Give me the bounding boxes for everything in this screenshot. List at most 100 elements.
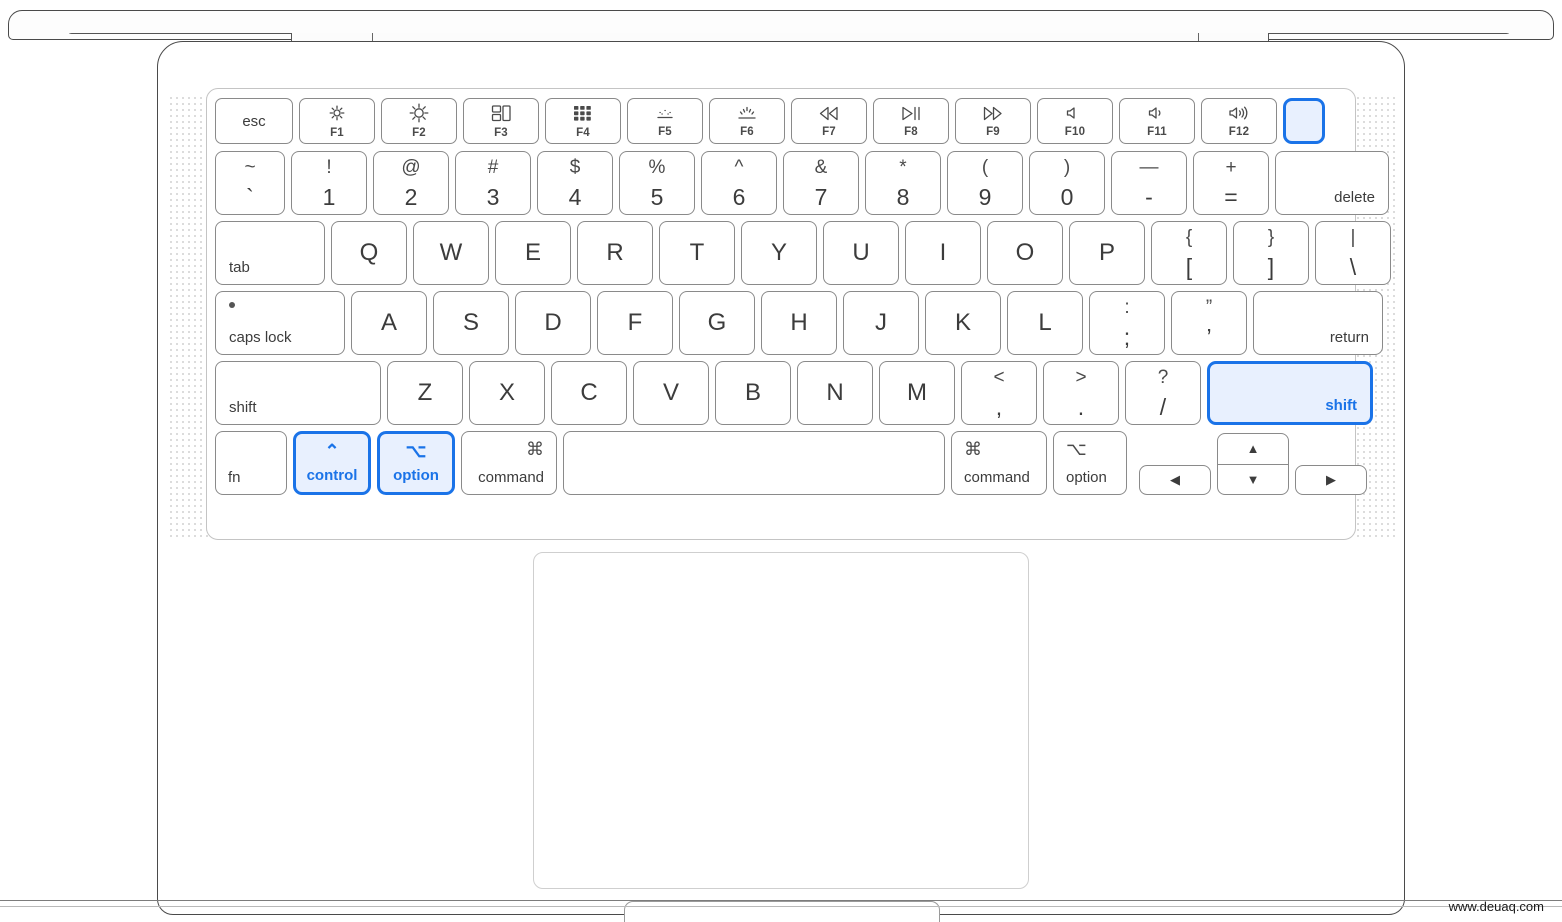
arrow-down-key[interactable]: ▼ xyxy=(1218,465,1288,495)
key-z[interactable]: Z xyxy=(387,361,463,425)
key-9[interactable]: (9 xyxy=(947,151,1023,215)
key-comma[interactable]: <, xyxy=(961,361,1037,425)
key-control[interactable]: ⌃ control xyxy=(293,431,371,495)
key-tab[interactable]: tab xyxy=(215,221,325,285)
key-u[interactable]: U xyxy=(823,221,899,285)
key-backslash[interactable]: | \ xyxy=(1315,221,1391,285)
home-row: caps lock A S D F G H J K L:;”’ return xyxy=(215,291,1383,355)
key-fast-forward[interactable]: F9 xyxy=(955,98,1031,144)
key-legend-shifted: $ xyxy=(569,156,581,178)
key-p[interactable]: P xyxy=(1069,221,1145,285)
key-d[interactable]: D xyxy=(515,291,591,355)
arrow-key-cluster: ◀ ▲ ▼ ▶ xyxy=(1139,431,1367,495)
fn-label: F1 xyxy=(330,127,344,140)
key-g[interactable]: G xyxy=(679,291,755,355)
key-rewind[interactable]: F7 xyxy=(791,98,867,144)
key-t[interactable]: T xyxy=(659,221,735,285)
key-key[interactable]: }] xyxy=(1233,221,1309,285)
key-brightness-down[interactable]: F1 xyxy=(299,98,375,144)
key-legend-base: 8 xyxy=(896,183,910,210)
key-e[interactable]: E xyxy=(495,221,571,285)
key-label: J xyxy=(875,309,887,336)
key-label: V xyxy=(662,379,679,406)
key-h[interactable]: H xyxy=(761,291,837,355)
key-key[interactable]: — - xyxy=(1111,151,1187,215)
key-m[interactable]: M xyxy=(879,361,955,425)
key-command-right[interactable]: ⌘ command xyxy=(951,431,1047,495)
key-5[interactable]: % 5 xyxy=(619,151,695,215)
key-shift-left[interactable]: shift xyxy=(215,361,381,425)
key-label: A xyxy=(380,309,397,336)
key-i[interactable]: I xyxy=(905,221,981,285)
arrow-left-key[interactable]: ◀ xyxy=(1139,465,1211,495)
key-1[interactable]: ! 1 xyxy=(291,151,367,215)
key-play-pause[interactable]: F8 xyxy=(873,98,949,144)
key-key[interactable]: + = xyxy=(1193,151,1269,215)
key-space[interactable] xyxy=(563,431,945,495)
key-label: W xyxy=(439,239,463,266)
key-fn[interactable]: fn xyxy=(215,431,287,495)
key-b[interactable]: B xyxy=(715,361,791,425)
key-esc[interactable]: esc xyxy=(215,98,293,144)
key-7[interactable]: & 7 xyxy=(783,151,859,215)
key-label: shift xyxy=(229,399,257,416)
key-caps-lock[interactable]: caps lock xyxy=(215,291,345,355)
arrow-up-key[interactable]: ▲ xyxy=(1218,434,1288,465)
key-x[interactable]: X xyxy=(469,361,545,425)
key-label: O xyxy=(1015,239,1035,266)
trackpad[interactable] xyxy=(533,552,1029,889)
key-option-left[interactable]: ⌥ option xyxy=(377,431,455,495)
key-q[interactable]: Q xyxy=(331,221,407,285)
key-j[interactable]: J xyxy=(843,291,919,355)
key-period[interactable]: >. xyxy=(1043,361,1119,425)
keyboard-light-down-icon xyxy=(654,103,676,123)
key-slash[interactable]: ? / xyxy=(1125,361,1201,425)
key-option-right[interactable]: ⌥ option xyxy=(1053,431,1127,495)
key-n[interactable]: N xyxy=(797,361,873,425)
key-f[interactable]: F xyxy=(597,291,673,355)
key-semicolon[interactable]: :; xyxy=(1089,291,1165,355)
fn-label: F11 xyxy=(1147,126,1167,139)
key-3[interactable]: #3 xyxy=(455,151,531,215)
key-legend-base: 7 xyxy=(814,183,828,210)
key-mission-control[interactable]: F3 xyxy=(463,98,539,144)
key-brightness-up[interactable]: F2 xyxy=(381,98,457,144)
key-shift-right[interactable]: shift xyxy=(1207,361,1373,425)
key-c[interactable]: C xyxy=(551,361,627,425)
key-legend-base: - xyxy=(1145,183,1153,210)
fn-label: F2 xyxy=(412,127,426,140)
key-k[interactable]: K xyxy=(925,291,1001,355)
modifier-glyph: ⌥ xyxy=(405,441,427,461)
key-l[interactable]: L xyxy=(1007,291,1083,355)
key-volume-down[interactable]: F11 xyxy=(1119,98,1195,144)
key-o[interactable]: O xyxy=(987,221,1063,285)
key-label: P xyxy=(1098,239,1115,266)
key-label: esc xyxy=(242,112,266,130)
key-key[interactable]: ~ ` xyxy=(215,151,285,215)
key-delete[interactable]: delete xyxy=(1275,151,1389,215)
key-w[interactable]: W xyxy=(413,221,489,285)
key-keyboard-light-down[interactable]: F5 xyxy=(627,98,703,144)
key-s[interactable]: S xyxy=(433,291,509,355)
key-keyboard-light-up[interactable]: F6 xyxy=(709,98,785,144)
key-6[interactable]: ^ 6 xyxy=(701,151,777,215)
key-quote[interactable]: ”’ xyxy=(1171,291,1247,355)
key-key[interactable]: {[ xyxy=(1151,221,1227,285)
key-command-left[interactable]: ⌘ command xyxy=(461,431,557,495)
key-volume-up[interactable]: F12 xyxy=(1201,98,1277,144)
key-8[interactable]: * 8 xyxy=(865,151,941,215)
key-2[interactable]: @2 xyxy=(373,151,449,215)
key-a[interactable]: A xyxy=(351,291,427,355)
key-touch-id-power[interactable] xyxy=(1283,98,1325,144)
key-r[interactable]: R xyxy=(577,221,653,285)
key-launchpad[interactable]: F4 xyxy=(545,98,621,144)
key-v[interactable]: V xyxy=(633,361,709,425)
key-4[interactable]: $4 xyxy=(537,151,613,215)
arrow-right-key[interactable]: ▶ xyxy=(1295,465,1367,495)
key-return[interactable]: return xyxy=(1253,291,1383,355)
key-mute[interactable]: F10 xyxy=(1037,98,1113,144)
key-0[interactable]: ) 0 xyxy=(1029,151,1105,215)
key-legend-shifted: { xyxy=(1185,226,1193,248)
key-legend-shifted: > xyxy=(1075,366,1087,388)
key-y[interactable]: Y xyxy=(741,221,817,285)
